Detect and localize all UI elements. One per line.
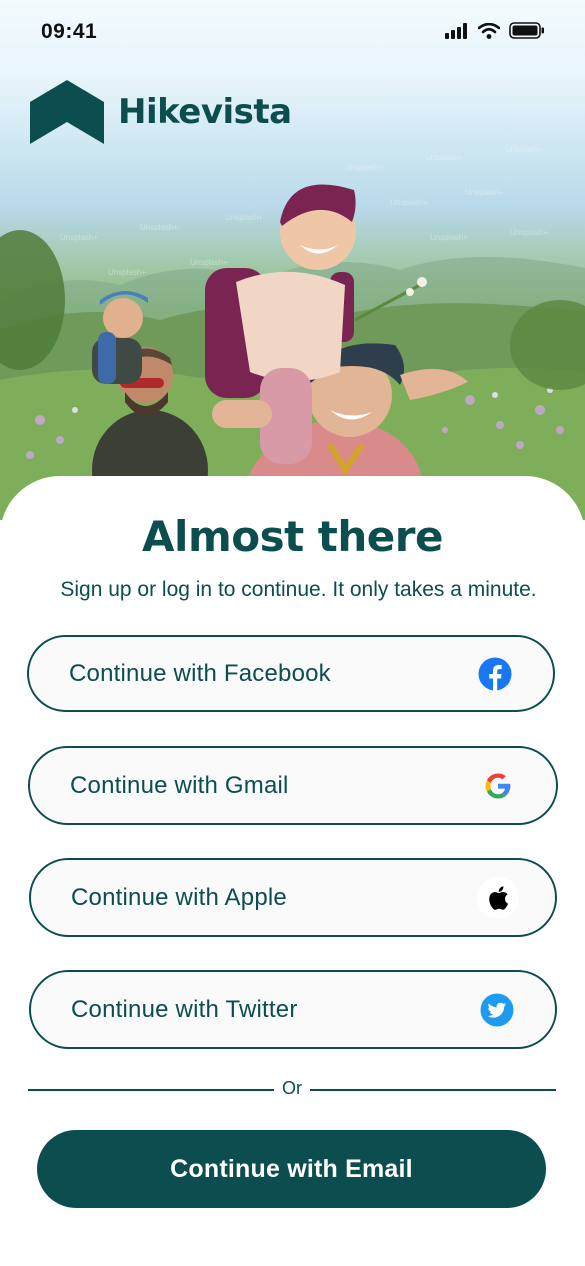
continue-twitter-button[interactable]: Continue with Twitter (29, 970, 557, 1049)
svg-text:Unsplash+: Unsplash+ (390, 198, 428, 207)
status-icons (445, 22, 545, 43)
svg-text:Unsplash+: Unsplash+ (60, 233, 98, 242)
svg-text:Unsplash+: Unsplash+ (425, 153, 463, 162)
or-divider: Or (28, 1078, 556, 1102)
svg-text:Unsplash+: Unsplash+ (190, 258, 228, 267)
google-icon (480, 768, 516, 804)
page-title: Almost there (142, 512, 443, 561)
twitter-icon (479, 992, 515, 1028)
page-subtitle: Sign up or log in to continue. It only t… (60, 578, 537, 601)
house-chevron-logo-icon (30, 80, 104, 144)
hero-photo: Unsplash+ Unsplash+ Unsplash+ Unsplash+ Un… (0, 0, 585, 520)
facebook-button-label: Continue with Facebook (69, 659, 331, 687)
svg-text:Unsplash+: Unsplash+ (510, 228, 548, 237)
divider-text: Or (282, 1078, 302, 1098)
svg-text:Unsplash+: Unsplash+ (430, 233, 468, 242)
facebook-icon (477, 656, 513, 692)
svg-text:Unsplash+: Unsplash+ (140, 223, 178, 232)
family-hiking-illustration: Unsplash+ Unsplash+ Unsplash+ Unsplash+ Un… (0, 145, 585, 520)
status-bar: 09:41 (0, 0, 585, 64)
svg-text:Unsplash+: Unsplash+ (505, 145, 543, 154)
svg-text:Unsplash+: Unsplash+ (345, 163, 383, 172)
apple-icon (477, 876, 519, 919)
continue-gmail-button[interactable]: Continue with Gmail (28, 746, 558, 825)
twitter-button-label: Continue with Twitter (71, 995, 298, 1023)
gmail-button-label: Continue with Gmail (70, 771, 289, 799)
battery-icon (509, 22, 545, 43)
continue-email-button[interactable]: Continue with Email (37, 1130, 546, 1208)
brand-name: Hikevista (118, 92, 292, 132)
svg-text:Unsplash+: Unsplash+ (465, 188, 503, 197)
status-time: 09:41 (41, 20, 98, 43)
apple-button-label: Continue with Apple (71, 883, 287, 911)
cellular-signal-icon (445, 22, 469, 43)
brand-logo: Hikevista (30, 80, 292, 144)
svg-text:Unsplash+: Unsplash+ (225, 213, 263, 222)
email-button-label: Continue with Email (170, 1154, 413, 1183)
continue-apple-button[interactable]: Continue with Apple (29, 858, 557, 937)
wifi-icon (477, 22, 501, 43)
continue-facebook-button[interactable]: Continue with Facebook (27, 635, 555, 712)
svg-text:Unsplash+: Unsplash+ (108, 268, 146, 277)
